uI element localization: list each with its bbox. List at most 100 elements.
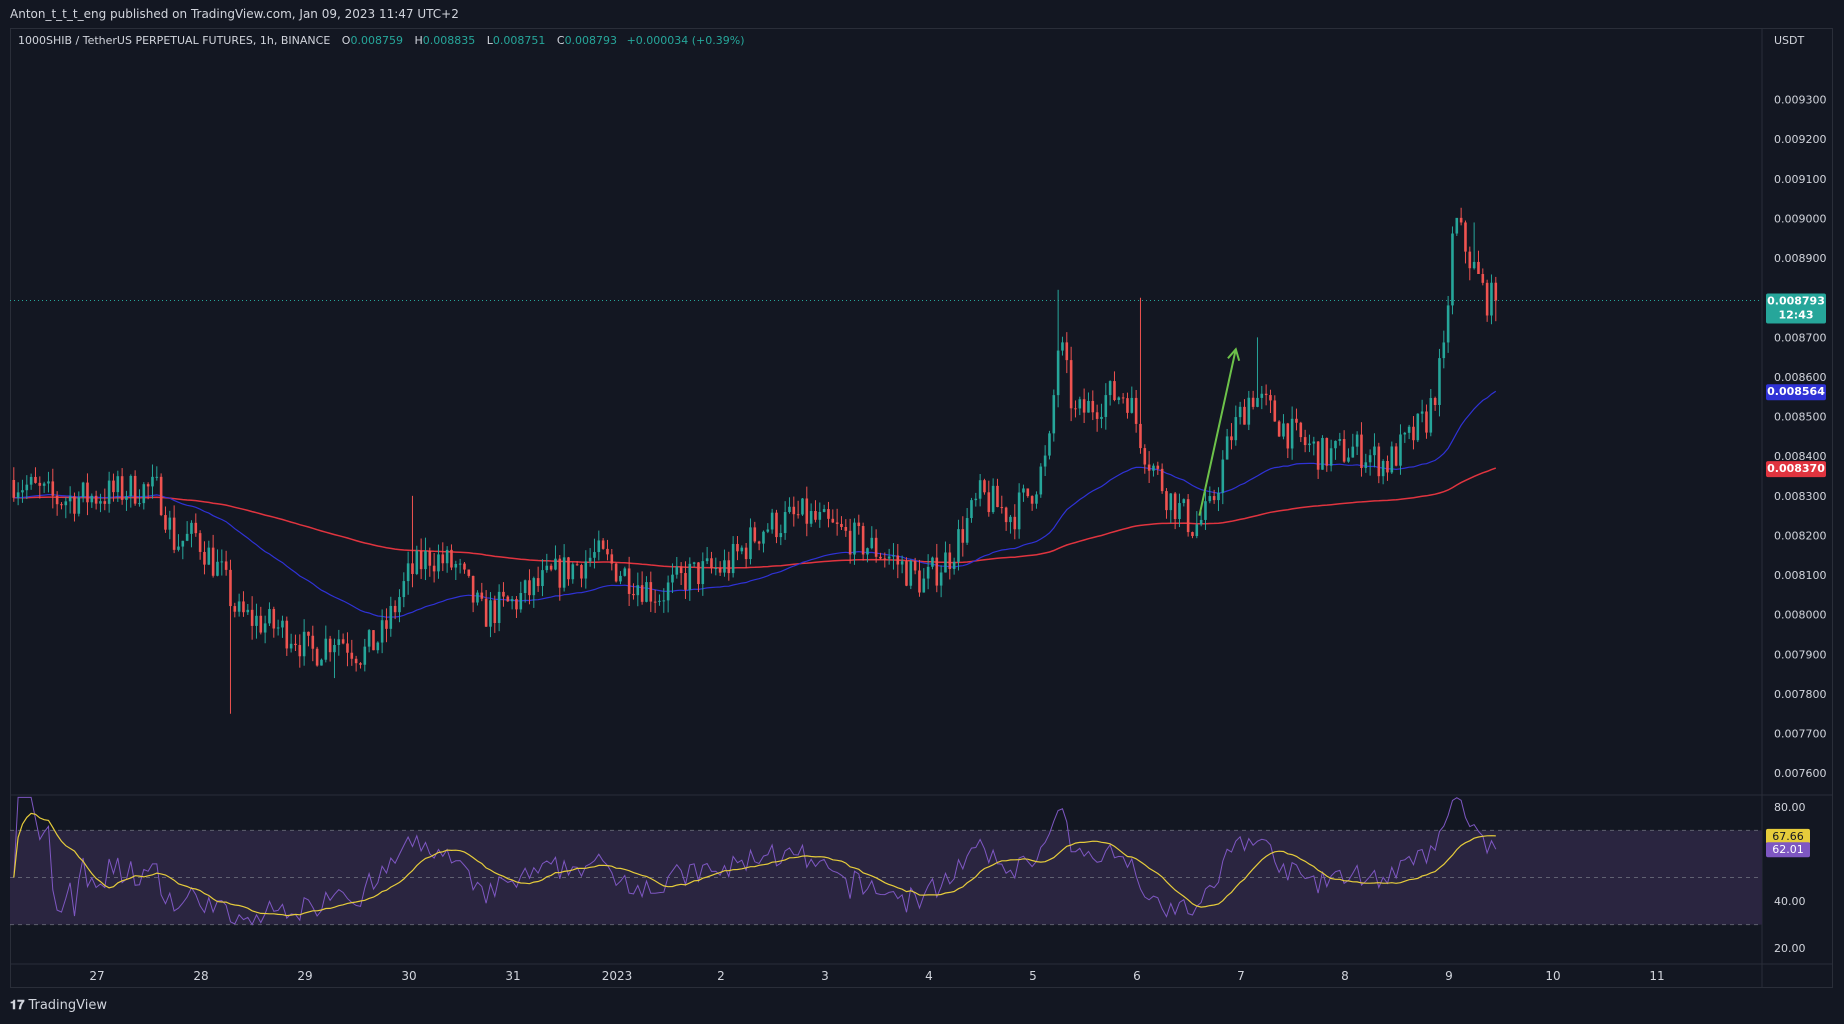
trend-arrow-line[interactable]: [1198, 349, 1237, 516]
candle-body: [515, 599, 518, 610]
candle-body: [51, 481, 55, 496]
candle-body: [428, 550, 432, 566]
candle-body: [25, 484, 29, 491]
candle-body: [1407, 426, 1411, 433]
candle-body: [1165, 491, 1168, 511]
candle-body: [801, 498, 804, 515]
candle-body: [272, 609, 276, 629]
candle-body: [1286, 423, 1290, 449]
candle-body: [1104, 395, 1108, 417]
candle-body: [610, 554, 614, 564]
candle-body: [549, 565, 553, 570]
candle-body: [294, 643, 297, 646]
high-label: H: [414, 34, 423, 47]
candle-body: [597, 540, 601, 553]
candle-body: [1394, 446, 1398, 466]
candle-body: [476, 592, 479, 603]
price-tick-label: 0.009000: [1774, 212, 1827, 225]
candle-body: [211, 547, 215, 576]
price-tick-label: 0.008900: [1774, 252, 1827, 265]
rsi-tick-label: 20.00: [1774, 942, 1806, 955]
candle-body: [471, 575, 475, 603]
candle-body: [909, 560, 913, 586]
candle-body: [1182, 499, 1186, 504]
price-tick-label: 0.008300: [1774, 490, 1827, 503]
price-tick-label: 0.007600: [1774, 767, 1827, 780]
candle-body: [705, 558, 709, 562]
candle-body: [55, 495, 59, 505]
candle-body: [463, 563, 466, 570]
candle-body: [575, 564, 579, 566]
candle-body: [333, 644, 336, 653]
candle-body: [619, 575, 622, 582]
candle-body: [606, 548, 609, 555]
footer-brand[interactable]: 𝟏𝟕 TradingView: [10, 998, 107, 1013]
candle-body: [1438, 358, 1441, 406]
price-tick-label: 0.008600: [1774, 371, 1827, 384]
candle-body: [146, 484, 150, 487]
candle-body: [714, 568, 718, 570]
candle-body: [1108, 381, 1112, 396]
candle-body: [64, 501, 68, 506]
candle-body: [1494, 282, 1498, 301]
candle-body: [935, 557, 939, 586]
candle-body: [1455, 217, 1459, 234]
price-tick-label: 0.007900: [1774, 648, 1827, 661]
candle-body: [1078, 399, 1082, 409]
candle-body: [818, 511, 822, 520]
candle-body: [532, 578, 536, 596]
candle-body: [580, 565, 583, 579]
candle-body: [1152, 465, 1155, 471]
time-tick-label: 3: [821, 969, 829, 983]
candle-body: [220, 561, 224, 563]
candle-body: [250, 609, 254, 626]
candle-body: [177, 546, 180, 550]
time-tick-label: 2023: [602, 969, 633, 983]
candle-body: [900, 561, 904, 565]
candle-body: [1273, 400, 1277, 422]
time-tick-label: 30: [401, 969, 416, 983]
price-chart[interactable]: USDT 0.009300 0.009200 0.009100 0.009000 0.00…: [0, 0, 1844, 1024]
ema-slow-line: [13, 467, 1497, 569]
candle-body: [1425, 411, 1428, 433]
candle-body: [926, 566, 930, 579]
candle-body: [1264, 393, 1268, 396]
candle-body: [1342, 439, 1346, 462]
candle-body: [1169, 493, 1173, 511]
candle-body: [1026, 488, 1030, 497]
candle-body: [1160, 468, 1164, 492]
time-tick-label: 28: [193, 969, 208, 983]
candle-body: [1238, 406, 1242, 418]
candle-body: [814, 510, 817, 520]
candle-body: [1000, 507, 1004, 509]
candle-body: [510, 599, 514, 602]
candle-body: [354, 658, 358, 664]
candle-body: [1143, 448, 1147, 465]
candle-body: [822, 509, 826, 512]
candle-body: [1347, 457, 1350, 462]
time-tick-label: 31: [505, 969, 520, 983]
time-tick-label: 11: [1649, 969, 1664, 983]
time-tick-label: 2: [717, 969, 725, 983]
candle-body: [138, 503, 141, 505]
close-label: C: [556, 34, 565, 47]
candle-body: [497, 591, 501, 624]
candle-body: [168, 517, 172, 530]
candle-body: [34, 476, 37, 483]
candle-body: [1442, 342, 1446, 359]
candle-body: [480, 592, 484, 599]
candle-body: [328, 638, 332, 653]
candle-body: [454, 563, 458, 568]
candle-body: [870, 537, 874, 549]
candle-body: [125, 496, 128, 500]
candle-body: [1260, 393, 1264, 398]
candle-body: [796, 514, 800, 516]
candle-body: [393, 605, 397, 613]
candle-body: [1381, 460, 1385, 477]
candle-body: [675, 566, 679, 575]
candle-body: [77, 497, 81, 514]
candle-body: [1308, 443, 1311, 446]
candle-body: [1360, 434, 1363, 468]
candle-body: [1290, 418, 1294, 449]
candle-body: [255, 615, 258, 626]
